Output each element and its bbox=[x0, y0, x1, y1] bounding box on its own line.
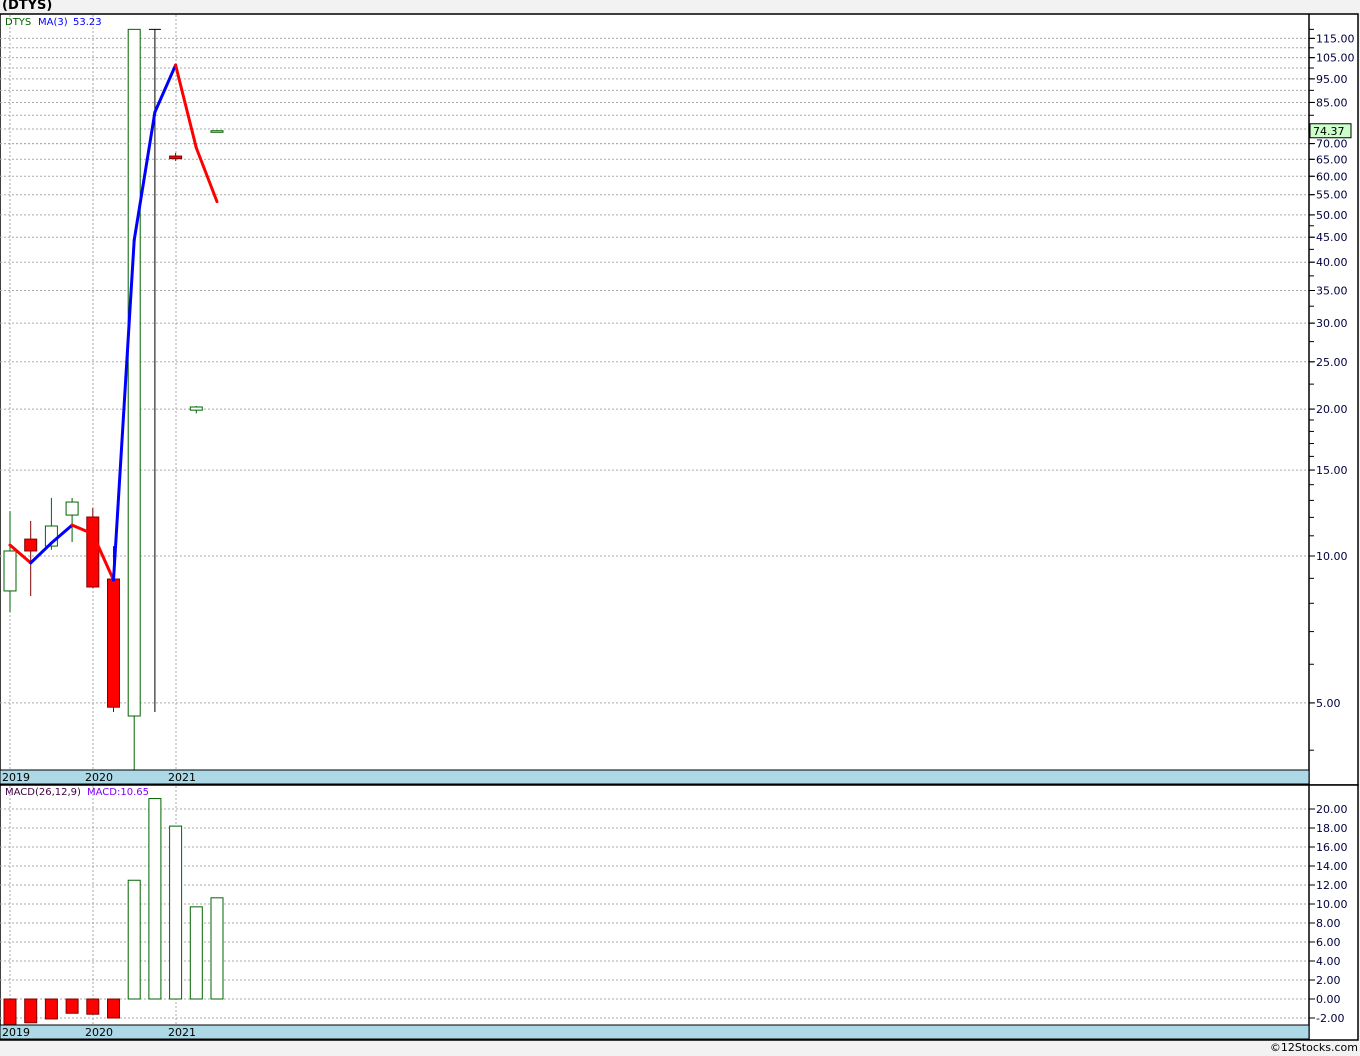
date-strip bbox=[0, 769, 1310, 785]
x-tick-label: 2021 bbox=[168, 1026, 196, 1039]
macd-bar bbox=[24, 998, 38, 1024]
candle-body bbox=[86, 516, 100, 588]
y-tick-label: 50.00 bbox=[1316, 209, 1348, 222]
macd-legend-label: MACD(26,12,9) bbox=[5, 787, 81, 798]
x-tick-label: 2020 bbox=[85, 1026, 113, 1039]
y-tick-label: 0.00 bbox=[1316, 993, 1341, 1006]
y-tick-label: 18.00 bbox=[1316, 822, 1348, 835]
macd-bar bbox=[148, 798, 162, 1000]
macd-bar bbox=[127, 879, 141, 1000]
y-tick-label: 115.00 bbox=[1316, 32, 1355, 45]
candle-body bbox=[65, 501, 79, 516]
y-tick-label: 40.00 bbox=[1316, 256, 1348, 269]
macd-panel bbox=[0, 784, 1359, 1041]
x-tick-label: 2019 bbox=[2, 1026, 30, 1039]
macd-bar bbox=[3, 998, 17, 1025]
stock-chart: 115.00105.0095.0085.0075.0070.0065.0060.… bbox=[0, 13, 1359, 1041]
y-tick-label: 60.00 bbox=[1316, 170, 1348, 183]
y-tick-label: 45.00 bbox=[1316, 231, 1348, 244]
macd-bar bbox=[44, 998, 58, 1020]
x-tick-label: 2019 bbox=[2, 771, 30, 784]
y-tick-label: -2.00 bbox=[1316, 1012, 1344, 1025]
x-tick-label: 2021 bbox=[168, 771, 196, 784]
candle-body bbox=[210, 130, 224, 133]
y-tick-label: 55.00 bbox=[1316, 189, 1348, 202]
y-tick-label: 30.00 bbox=[1316, 317, 1348, 330]
last-price-label: 74.37 bbox=[1313, 125, 1345, 138]
y-tick-label: 2.00 bbox=[1316, 974, 1341, 987]
y-tick-label: 10.00 bbox=[1316, 550, 1348, 563]
y-tick-label: 105.00 bbox=[1316, 52, 1355, 65]
y-tick-label: 95.00 bbox=[1316, 73, 1348, 86]
macd-bar bbox=[189, 906, 203, 1000]
legend-symbol: DTYS bbox=[5, 17, 31, 28]
copyright-footer: ©12Stocks.com bbox=[1269, 1041, 1358, 1054]
y-tick-label: 4.00 bbox=[1316, 955, 1341, 968]
macd-bar bbox=[210, 897, 224, 1000]
legend-ma-label: MA(3) bbox=[38, 17, 68, 28]
candle-body bbox=[3, 550, 17, 592]
y-tick-label: 25.00 bbox=[1316, 356, 1348, 369]
y-tick-label: 8.00 bbox=[1316, 917, 1341, 930]
macd-bar bbox=[65, 998, 79, 1014]
y-tick-label: 16.00 bbox=[1316, 841, 1348, 854]
candle-body bbox=[189, 406, 203, 411]
macd-bar bbox=[86, 998, 100, 1015]
y-tick-label: 20.00 bbox=[1316, 803, 1348, 816]
y-tick-label: 12.00 bbox=[1316, 879, 1348, 892]
y-tick-label: 15.00 bbox=[1316, 464, 1348, 477]
y-tick-label: 85.00 bbox=[1316, 96, 1348, 109]
macd-bar bbox=[169, 825, 183, 1000]
y-tick-label: 35.00 bbox=[1316, 284, 1348, 297]
y-tick-label: 14.00 bbox=[1316, 860, 1348, 873]
y-tick-label: 6.00 bbox=[1316, 936, 1341, 949]
candle-body bbox=[127, 28, 141, 717]
macd-bar bbox=[107, 998, 120, 1019]
x-tick-label: 2020 bbox=[85, 771, 113, 784]
date-strip bbox=[0, 1024, 1310, 1040]
y-tick-label: 65.00 bbox=[1316, 153, 1348, 166]
legend-ma-value: 53.23 bbox=[73, 17, 102, 28]
candle-body bbox=[24, 538, 38, 552]
macd-legend-value: MACD:10.65 bbox=[87, 787, 149, 798]
candle-body bbox=[107, 578, 120, 708]
y-tick-label: 5.00 bbox=[1316, 697, 1341, 710]
y-tick-label: 10.00 bbox=[1316, 898, 1348, 911]
y-tick-label: 70.00 bbox=[1316, 138, 1348, 151]
price-panel bbox=[0, 13, 1359, 786]
candle-body bbox=[169, 155, 183, 160]
y-tick-label: 20.00 bbox=[1316, 403, 1348, 416]
